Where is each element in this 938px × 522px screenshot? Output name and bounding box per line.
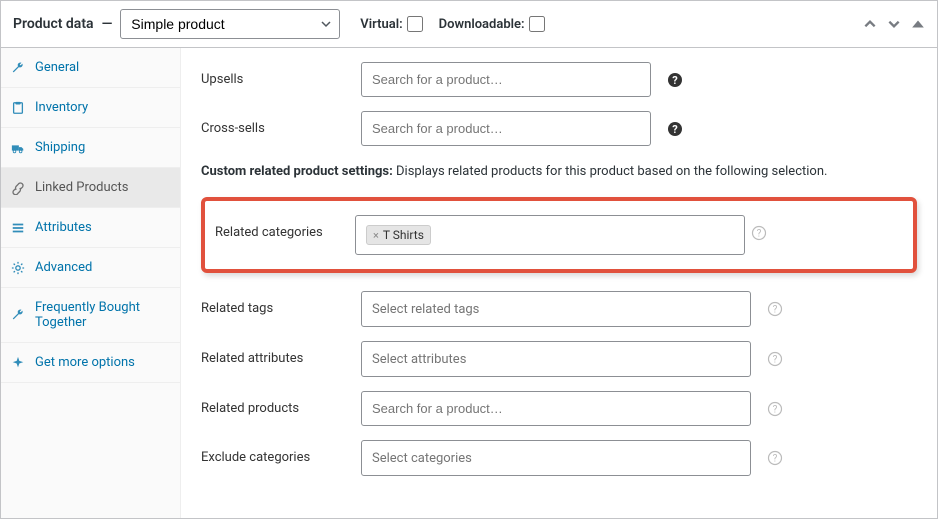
help-icon[interactable]: ?	[767, 291, 783, 317]
sidebar-item-label: Frequently Bought Together	[35, 300, 170, 330]
svg-text:?: ?	[773, 355, 778, 366]
crosssells-input[interactable]	[361, 111, 651, 146]
related-tags-input-wrap: Select related tags	[361, 291, 751, 327]
move-down-icon[interactable]	[887, 17, 901, 31]
sidebar-item-advanced[interactable]: Advanced	[1, 248, 180, 288]
sidebar-item-frequently-bought[interactable]: Frequently Bought Together	[1, 288, 180, 343]
sidebar-item-shipping[interactable]: Shipping	[1, 128, 180, 168]
help-icon[interactable]: ?	[751, 215, 767, 241]
panel-body: General Inventory Shipping Linked Produc…	[1, 48, 937, 518]
gear-icon	[11, 261, 27, 275]
crosssells-input-wrap	[361, 111, 651, 146]
virtual-label: Virtual:	[360, 17, 402, 32]
list-icon	[11, 221, 27, 235]
tag-label: T Shirts	[383, 228, 424, 242]
sidebar-item-label: General	[35, 60, 79, 75]
product-type-select-wrap: Simple product	[120, 9, 340, 39]
product-type-select[interactable]: Simple product	[120, 9, 340, 39]
related-products-input[interactable]	[361, 391, 751, 426]
help-icon[interactable]: ?	[667, 62, 683, 88]
sidebar-item-label: Advanced	[35, 260, 92, 275]
related-products-input-wrap	[361, 391, 751, 426]
downloadable-checkbox[interactable]	[529, 16, 545, 32]
header-controls	[863, 17, 925, 31]
section-text: Displays related products for this produ…	[396, 164, 827, 179]
help-icon[interactable]: ?	[767, 341, 783, 367]
sidebar-item-label: Attributes	[35, 220, 92, 235]
link-icon	[11, 181, 27, 195]
related-products-row: Related products ?	[201, 391, 917, 426]
related-attributes-label: Related attributes	[201, 341, 351, 366]
section-title: Custom related product settings:	[201, 164, 393, 179]
sidebar-item-label: Inventory	[35, 100, 88, 115]
related-attributes-input-wrap: Select attributes	[361, 341, 751, 377]
related-attributes-placeholder: Select attributes	[372, 352, 466, 367]
crosssells-label: Cross-sells	[201, 111, 351, 136]
help-icon[interactable]: ?	[667, 111, 683, 137]
sidebar-item-general[interactable]: General	[1, 48, 180, 88]
help-icon[interactable]: ?	[767, 440, 783, 466]
product-data-panel: Product data — Simple product Virtual: D…	[0, 0, 938, 519]
downloadable-option[interactable]: Downloadable:	[439, 16, 545, 32]
related-tags-row: Related tags Select related tags ?	[201, 291, 917, 327]
help-icon[interactable]: ?	[767, 391, 783, 417]
related-attributes-row: Related attributes Select attributes ?	[201, 341, 917, 377]
truck-icon	[11, 141, 27, 155]
sidebar-item-label: Get more options	[35, 355, 135, 370]
exclude-categories-input-wrap: Select categories	[361, 440, 751, 476]
exclude-categories-row: Exclude categories Select categories ?	[201, 440, 917, 476]
category-tag: × T Shirts	[366, 225, 431, 245]
related-categories-input-wrap: × T Shirts	[355, 215, 745, 255]
sparkle-icon	[11, 356, 27, 370]
upsells-input[interactable]	[361, 62, 651, 97]
upsells-input-wrap	[361, 62, 651, 97]
sidebar-item-attributes[interactable]: Attributes	[1, 208, 180, 248]
upsells-row: Upsells ?	[201, 62, 917, 97]
svg-text:?: ?	[672, 74, 678, 87]
sidebar-item-inventory[interactable]: Inventory	[1, 88, 180, 128]
clipboard-icon	[11, 101, 27, 115]
wrench-icon	[11, 308, 27, 322]
related-categories-select[interactable]: × T Shirts	[355, 215, 745, 255]
related-tags-select[interactable]: Select related tags	[361, 291, 751, 327]
move-up-icon[interactable]	[863, 17, 877, 31]
title-text: Product data	[13, 16, 94, 32]
sidebar-item-linked-products[interactable]: Linked Products	[1, 168, 180, 208]
related-categories-highlight: Related categories × T Shirts ?	[201, 197, 917, 273]
svg-text:?: ?	[773, 405, 778, 416]
remove-tag-icon[interactable]: ×	[373, 229, 379, 242]
related-products-label: Related products	[201, 391, 351, 416]
panel-title: Product data —	[13, 16, 112, 32]
related-attributes-select[interactable]: Select attributes	[361, 341, 751, 377]
title-dash: —	[102, 16, 113, 32]
downloadable-label: Downloadable:	[439, 17, 525, 32]
related-tags-label: Related tags	[201, 291, 351, 316]
virtual-option[interactable]: Virtual:	[360, 16, 422, 32]
svg-text:?: ?	[773, 305, 778, 316]
virtual-checkbox[interactable]	[407, 16, 423, 32]
crosssells-row: Cross-sells ?	[201, 111, 917, 146]
sidebar-item-label: Shipping	[35, 140, 85, 155]
header-options: Virtual: Downloadable:	[360, 16, 544, 32]
exclude-categories-placeholder: Select categories	[372, 451, 472, 466]
svg-text:?: ?	[672, 123, 678, 136]
sidebar-item-get-more[interactable]: Get more options	[1, 343, 180, 383]
sidebar: General Inventory Shipping Linked Produc…	[1, 48, 181, 518]
sidebar-item-label: Linked Products	[35, 180, 128, 195]
section-description: Custom related product settings: Display…	[201, 164, 917, 179]
content-area: Upsells ? Cross-sells ? Custom related p	[181, 48, 937, 518]
collapse-icon[interactable]	[911, 17, 925, 31]
wrench-icon	[11, 61, 27, 75]
svg-text:?: ?	[773, 454, 778, 465]
related-tags-placeholder: Select related tags	[372, 302, 479, 317]
svg-text:?: ?	[757, 229, 762, 240]
panel-header: Product data — Simple product Virtual: D…	[1, 1, 937, 48]
exclude-categories-select[interactable]: Select categories	[361, 440, 751, 476]
related-categories-label: Related categories	[205, 215, 355, 240]
upsells-label: Upsells	[201, 62, 351, 87]
exclude-categories-label: Exclude categories	[201, 440, 351, 465]
